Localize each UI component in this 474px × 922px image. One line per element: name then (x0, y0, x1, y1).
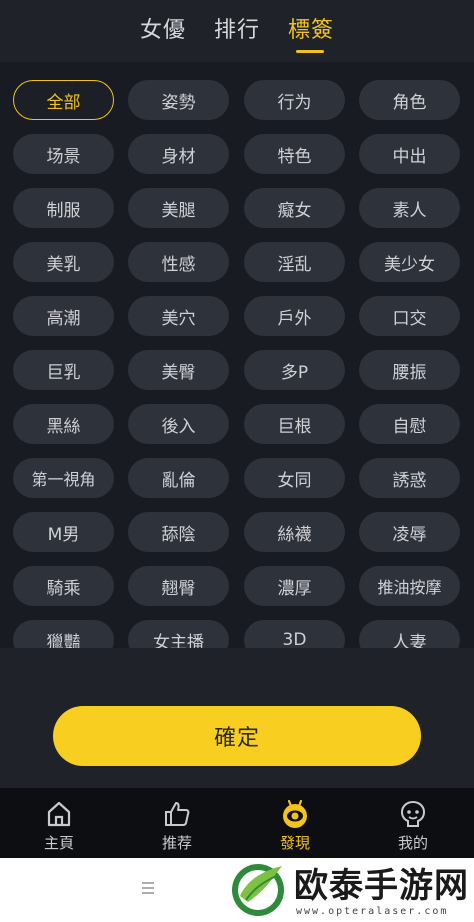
tag-chip[interactable]: 舔陰 (128, 512, 229, 552)
tag-chip[interactable]: 素人 (359, 188, 460, 228)
tag-chip[interactable]: 场景 (13, 134, 114, 174)
tab-tags[interactable]: 標簽 (288, 12, 334, 44)
active-tab-indicator (296, 50, 324, 53)
tag-chip[interactable]: 淫乱 (244, 242, 345, 282)
tag-chip[interactable]: 後入 (128, 404, 229, 444)
tab-actresses[interactable]: 女優 (140, 12, 186, 44)
top-tab-bar: 女優 排行 標簽 (0, 0, 474, 62)
tag-chip[interactable]: 凌辱 (359, 512, 460, 552)
tag-chip[interactable]: 騎乘 (13, 566, 114, 606)
tag-chip[interactable]: 推油按摩 (359, 566, 460, 606)
watermark-logo-icon (232, 864, 284, 916)
eye-icon (283, 799, 307, 828)
tag-chip[interactable]: 翹臀 (128, 566, 229, 606)
tag-chip[interactable]: 多P (244, 350, 345, 390)
tag-chip[interactable]: 人妻 (359, 620, 460, 648)
profile-icon (400, 800, 426, 827)
tag-chip[interactable]: 誘惑 (359, 458, 460, 498)
tab-ranking[interactable]: 排行 (214, 12, 260, 44)
nav-item-discover[interactable]: 發現 (236, 788, 354, 858)
tag-chip[interactable]: 口交 (359, 296, 460, 336)
tag-chip[interactable]: 行为 (244, 80, 345, 120)
tag-chip[interactable]: 3D (244, 620, 345, 648)
tag-chip[interactable]: 自慰 (359, 404, 460, 444)
tag-chip[interactable]: 戶外 (244, 296, 345, 336)
nav-item-profile[interactable]: 我的 (354, 788, 472, 858)
watermark-url: www.opteralaser.com (296, 906, 449, 917)
home-icon (47, 801, 71, 827)
tag-chip[interactable]: M男 (13, 512, 114, 552)
tag-chip[interactable]: 美臀 (128, 350, 229, 390)
tag-chip[interactable]: 全部 (13, 80, 114, 120)
watermark-title: 欧泰手游网 (294, 866, 469, 906)
tag-chip[interactable]: 巨乳 (13, 350, 114, 390)
tag-chip[interactable]: 高潮 (13, 296, 114, 336)
confirm-button[interactable]: 確定 (53, 706, 421, 766)
tag-chip[interactable]: 制服 (13, 188, 114, 228)
tag-chip[interactable]: 角色 (359, 80, 460, 120)
tag-chip[interactable]: 獵豔 (13, 620, 114, 648)
tag-chip[interactable]: 中出 (359, 134, 460, 174)
tag-chip[interactable]: 腰振 (359, 350, 460, 390)
tag-chip[interactable]: 美少女 (359, 242, 460, 282)
tag-chip[interactable]: 美穴 (128, 296, 229, 336)
nav-label-profile: 我的 (397, 834, 428, 852)
watermark: 欧泰手游网 www.opteralaser.com (222, 856, 474, 922)
nav-item-home[interactable]: 主頁 (0, 788, 118, 858)
tag-chip[interactable]: 姿勢 (128, 80, 229, 120)
tag-chip[interactable]: 女主播 (128, 620, 229, 648)
app-screen: 女優 排行 標簽 全部 姿勢 行为 角色 场景 身材 特色 中出 制服 美腿 癡女 素人 美乳 性感 淫乱美… (0, 0, 474, 788)
bottom-navigation: 主頁 推荐 發現 我的 (0, 788, 474, 858)
tag-chip[interactable]: 特色 (244, 134, 345, 174)
nav-label-home: 主頁 (43, 834, 74, 852)
tag-chip[interactable]: 癡女 (244, 188, 345, 228)
tag-chip[interactable]: 性感 (128, 242, 229, 282)
tag-grid: 全部 姿勢 行为 角色场景 身材 特色 中出制服 美腿 癡女 素人美乳 性感 淫乱 美少女高潮 美穴 戶外口… (0, 62, 474, 648)
tag-chip[interactable]: 巨根 (244, 404, 345, 444)
thumbs-up-icon (165, 802, 190, 826)
tag-chip[interactable]: 女同 (244, 458, 345, 498)
tag-chip[interactable]: 身材 (128, 134, 229, 174)
menu-icon[interactable] (140, 880, 156, 896)
tag-chip[interactable]: 第一視角 (13, 458, 114, 498)
tag-chip[interactable]: 黑絲 (13, 404, 114, 444)
tag-chip[interactable]: 絲襪 (244, 512, 345, 552)
nav-label-discover: 發現 (279, 834, 310, 852)
tag-chip[interactable]: 濃厚 (244, 566, 345, 606)
nav-label-recommend: 推荐 (161, 834, 192, 852)
tag-chip[interactable]: 亂倫 (128, 458, 229, 498)
tag-chip[interactable]: 美腿 (128, 188, 229, 228)
tag-chip[interactable]: 美乳 (13, 242, 114, 282)
nav-item-recommend[interactable]: 推荐 (118, 788, 236, 858)
